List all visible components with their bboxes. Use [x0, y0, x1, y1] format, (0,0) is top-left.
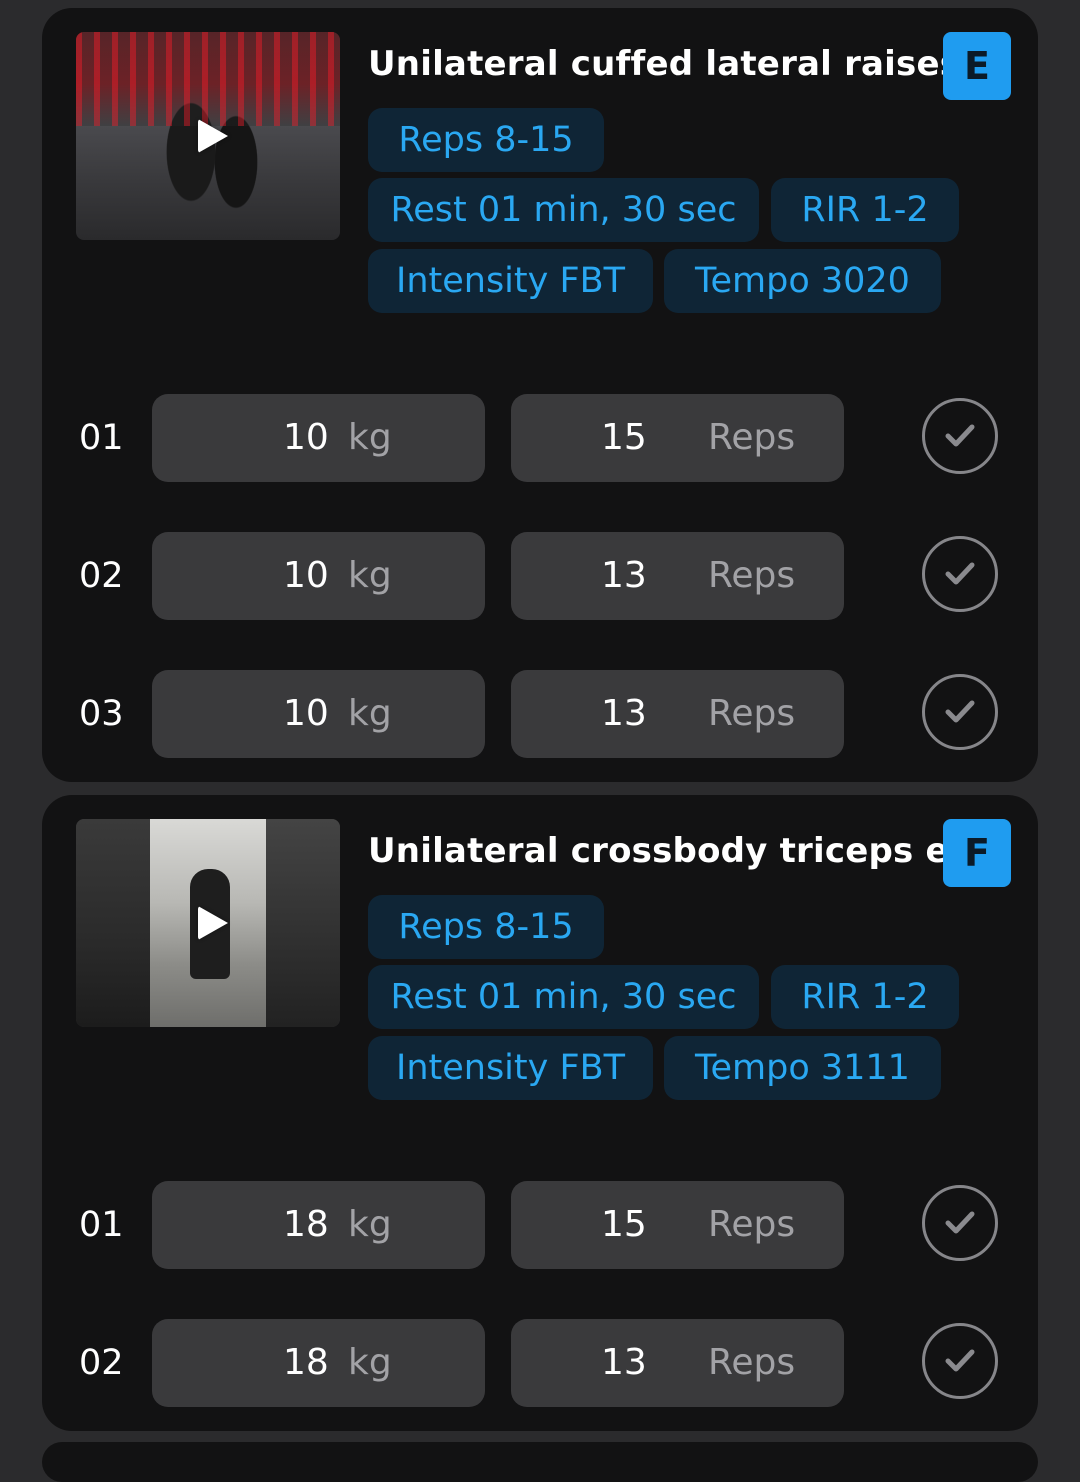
exercise-title: Unilateral cuffed lateral raises [368, 44, 961, 84]
weight-input[interactable]: 10 kg [152, 394, 485, 482]
set-number: 01 [79, 418, 124, 458]
next-exercise-card[interactable] [42, 1442, 1038, 1482]
exercise-letter-badge: E [943, 32, 1011, 100]
exercise-card-f: Unilateral crossbody triceps ext F Reps … [42, 795, 1038, 1431]
tempo-chip: Tempo 3111 [664, 1036, 941, 1100]
reps-value: 13 [601, 1342, 647, 1383]
weight-input[interactable]: 10 kg [152, 670, 485, 758]
reps-unit: Reps [708, 555, 796, 596]
set-number: 02 [79, 1343, 124, 1383]
exercise-title: Unilateral crossbody triceps ext [368, 831, 988, 871]
weight-input[interactable]: 18 kg [152, 1181, 485, 1269]
rest-time-chip: Rest 01 min, 30 sec [368, 178, 759, 242]
check-icon [945, 424, 975, 447]
tempo-chip: Tempo 3020 [664, 249, 941, 313]
exercise-letter-badge: F [943, 819, 1011, 887]
weight-value: 18 [283, 1342, 329, 1383]
play-icon[interactable] [198, 906, 228, 940]
rir-chip: RIR 1-2 [771, 965, 959, 1029]
weight-input[interactable]: 10 kg [152, 532, 485, 620]
reps-unit: Reps [708, 1342, 796, 1383]
reps-input[interactable]: 13 Reps [511, 1319, 844, 1407]
reps-input[interactable]: 15 Reps [511, 1181, 844, 1269]
weight-unit: kg [348, 693, 392, 734]
reps-input[interactable]: 13 Reps [511, 532, 844, 620]
reps-value: 13 [601, 693, 647, 734]
weight-unit: kg [348, 417, 392, 458]
reps-range-chip: Reps 8-15 [368, 108, 604, 172]
intensity-chip: Intensity FBT [368, 249, 653, 313]
reps-range-chip: Reps 8-15 [368, 895, 604, 959]
exercise-video-thumbnail[interactable] [76, 819, 340, 1027]
weight-unit: kg [348, 555, 392, 596]
reps-value: 15 [601, 1204, 647, 1245]
weight-input[interactable]: 18 kg [152, 1319, 485, 1407]
reps-unit: Reps [708, 417, 796, 458]
set-number: 03 [79, 694, 124, 734]
complete-set-button[interactable] [922, 1185, 998, 1261]
weight-value: 10 [283, 417, 329, 458]
video-frame-right [266, 819, 340, 1027]
play-icon[interactable] [198, 119, 228, 153]
set-row: 01 10 kg 15 Reps [42, 394, 1038, 482]
check-icon [945, 1211, 975, 1234]
set-row: 02 18 kg 13 Reps [42, 1319, 1038, 1407]
rir-chip: RIR 1-2 [771, 178, 959, 242]
reps-input[interactable]: 15 Reps [511, 394, 844, 482]
weight-unit: kg [348, 1204, 392, 1245]
complete-set-button[interactable] [922, 674, 998, 750]
set-number: 01 [79, 1205, 124, 1245]
reps-value: 15 [601, 417, 647, 458]
reps-value: 13 [601, 555, 647, 596]
weight-value: 10 [283, 693, 329, 734]
reps-input[interactable]: 13 Reps [511, 670, 844, 758]
check-icon [945, 1349, 975, 1372]
set-row: 01 18 kg 15 Reps [42, 1181, 1038, 1269]
reps-unit: Reps [708, 1204, 796, 1245]
rest-time-chip: Rest 01 min, 30 sec [368, 965, 759, 1029]
set-row: 02 10 kg 13 Reps [42, 532, 1038, 620]
weight-value: 10 [283, 555, 329, 596]
video-frame-left [76, 819, 150, 1027]
reps-unit: Reps [708, 693, 796, 734]
complete-set-button[interactable] [922, 1323, 998, 1399]
intensity-chip: Intensity FBT [368, 1036, 653, 1100]
complete-set-button[interactable] [922, 398, 998, 474]
check-icon [945, 562, 975, 585]
weight-unit: kg [348, 1342, 392, 1383]
exercise-video-thumbnail[interactable] [76, 32, 340, 240]
set-row: 03 10 kg 13 Reps [42, 670, 1038, 758]
check-icon [945, 700, 975, 723]
complete-set-button[interactable] [922, 536, 998, 612]
weight-value: 18 [283, 1204, 329, 1245]
exercise-card-e: Unilateral cuffed lateral raises E Reps … [42, 8, 1038, 782]
set-number: 02 [79, 556, 124, 596]
